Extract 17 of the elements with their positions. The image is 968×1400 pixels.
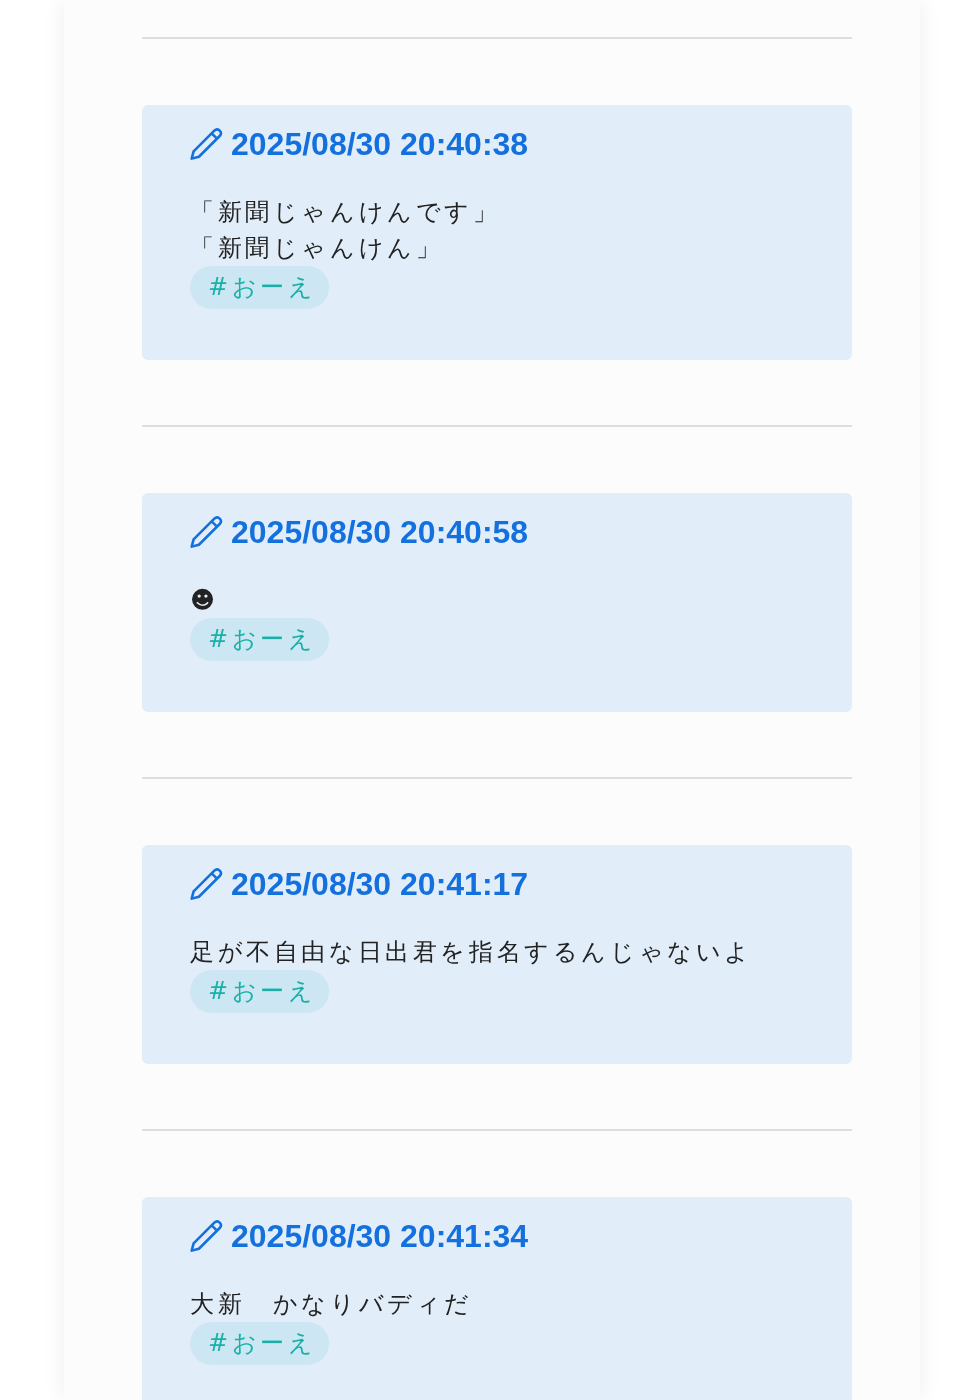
post-timestamp-link[interactable]: 2025/08/30 20:41:17 [231, 866, 529, 902]
post-timestamp-link[interactable]: 2025/08/30 20:40:58 [231, 514, 529, 550]
post-text: 大新 かなりバディだ [190, 1289, 473, 1320]
hashtag-link[interactable]: #おーえ [190, 618, 329, 661]
pencil-icon [190, 1220, 223, 1252]
post-timestamp-link[interactable]: 2025/08/30 20:40:38 [231, 126, 529, 162]
post-text: ☻ [190, 585, 219, 616]
pencil-icon [190, 516, 223, 548]
post-timestamp-link[interactable]: 2025/08/30 20:41:34 [231, 1218, 529, 1254]
pencil-icon [190, 128, 223, 160]
post-text: 「新聞じゃんけんです」 [190, 197, 501, 228]
pencil-icon [190, 868, 223, 900]
hashtag-link[interactable]: #おーえ [190, 970, 329, 1013]
hashtag-link[interactable]: #おーえ [190, 1322, 329, 1365]
post-text: 足が不自由な日出君を指名するんじゃないよ [190, 937, 753, 968]
hashtag-link[interactable]: #おーえ [190, 266, 329, 309]
post-text: 「新聞じゃんけん」 [190, 233, 444, 264]
